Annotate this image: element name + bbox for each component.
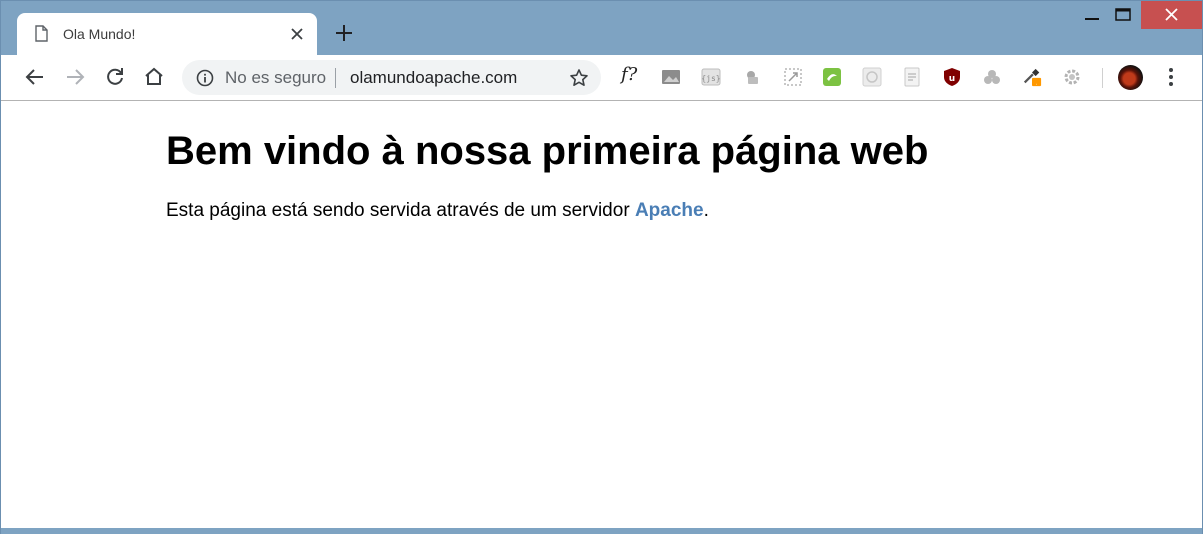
browser-window: Ola Mundo! No es seguro olamundoapache.c… <box>0 0 1203 534</box>
window-maximize-button[interactable] <box>1109 1 1137 29</box>
window-minimize-button[interactable] <box>1079 1 1105 29</box>
svg-text:.: . <box>1036 80 1038 86</box>
arrow-right-icon[interactable] <box>63 65 87 89</box>
security-status: No es seguro <box>225 68 327 87</box>
tab-strip: Ola Mundo! <box>1 1 1202 55</box>
extension-image-icon[interactable] <box>661 67 681 87</box>
omnibox-divider <box>335 68 336 88</box>
svg-text:{js}: {js} <box>701 74 720 83</box>
page-viewport: Bem vindo à nossa primeira página web Es… <box>1 101 1202 528</box>
paragraph-end: . <box>703 200 709 221</box>
page-paragraph: Esta página está sendo servida através d… <box>166 199 709 223</box>
extension-circle-icon[interactable] <box>862 67 882 87</box>
tab-ola-mundo[interactable]: Ola Mundo! <box>17 13 317 55</box>
extension-screenshot-icon[interactable] <box>783 67 803 87</box>
window-bottom-border <box>1 528 1202 534</box>
extension-document-icon[interactable] <box>902 67 922 87</box>
ublock-shield-icon[interactable]: u <box>942 67 962 87</box>
paragraph-text: Esta página está sendo servida através d… <box>166 200 635 221</box>
extension-green-icon[interactable] <box>822 67 842 87</box>
extension-puzzle-icon[interactable] <box>743 67 763 87</box>
minimize-icon <box>1085 18 1099 20</box>
reload-icon[interactable] <box>103 65 127 89</box>
url-text[interactable]: olamundoapache.com <box>350 68 517 88</box>
apache-link[interactable]: Apache <box>635 200 704 221</box>
home-icon[interactable] <box>142 65 166 89</box>
info-icon[interactable] <box>196 69 214 87</box>
address-bar[interactable]: No es seguro olamundoapache.com <box>182 60 601 95</box>
plus-icon[interactable] <box>333 22 355 44</box>
close-icon <box>1165 8 1178 21</box>
kebab-menu-icon[interactable] <box>1161 66 1181 88</box>
gear-icon[interactable] <box>1062 67 1082 87</box>
toolbar-divider <box>1102 68 1103 88</box>
arrow-left-icon[interactable] <box>23 65 47 89</box>
extension-font-identifier[interactable]: f? <box>621 64 637 86</box>
window-close-button[interactable] <box>1141 1 1202 29</box>
star-icon[interactable] <box>569 68 589 88</box>
page-heading: Bem vindo à nossa primeira página web <box>166 129 929 173</box>
browser-toolbar: No es seguro olamundoapache.com f? {js} <box>1 55 1202 101</box>
profile-avatar[interactable] <box>1118 65 1143 90</box>
extension-js-icon[interactable]: {js} <box>701 67 721 87</box>
extension-cluster-icon[interactable] <box>982 67 1002 87</box>
eyedropper-icon[interactable]: . <box>1022 67 1042 87</box>
svg-text:u: u <box>949 74 955 84</box>
page-icon <box>35 25 48 42</box>
close-icon[interactable] <box>287 24 307 44</box>
maximize-icon <box>1115 8 1131 21</box>
tab-title: Ola Mundo! <box>63 26 136 42</box>
